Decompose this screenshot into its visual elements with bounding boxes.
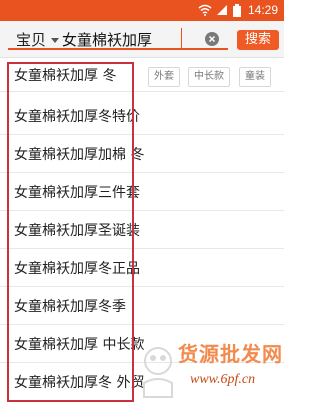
list-item-label: 女童棉袄加厚冬正品 <box>14 261 140 277</box>
list-item[interactable]: 女童棉袄加厚冬正品 <box>0 249 284 287</box>
status-time: 14:29 <box>247 3 278 17</box>
watermark-url: www.6pf.cn <box>190 372 256 387</box>
list-item[interactable]: 女童棉袄加厚三件套 <box>0 173 284 211</box>
text-cursor <box>181 28 182 48</box>
search-button[interactable]: 搜索 <box>237 30 279 50</box>
battery-icon <box>233 4 241 17</box>
list-item[interactable]: 女童棉袄加厚加棉 冬 <box>0 135 284 173</box>
list-item-label: 女童棉袄加厚 中长款 <box>14 337 145 353</box>
list-item[interactable]: 女童棉袄加厚圣诞装 <box>0 211 284 249</box>
list-item[interactable]: 女童棉袄加厚冬特价 <box>0 97 284 135</box>
scope-caret-icon[interactable] <box>51 38 59 43</box>
list-item[interactable]: 女童棉袄加厚冬季 <box>0 287 284 325</box>
signal-icon <box>217 5 227 15</box>
watermark-text: 货源批发网 <box>178 342 283 366</box>
search-input-underline <box>8 48 228 50</box>
list-item-label: 女童棉袄加厚加棉 冬 <box>14 147 145 163</box>
list-item-label: 女童棉袄加厚三件套 <box>14 185 140 201</box>
list-item-label: 女童棉袄加厚圣诞装 <box>14 223 140 239</box>
wifi-icon <box>198 4 212 16</box>
clear-icon[interactable] <box>205 32 219 46</box>
list-item-label: 女童棉袄加厚 冬 <box>14 68 117 84</box>
list-item-label: 女童棉袄加厚冬特价 <box>14 109 140 125</box>
search-input[interactable]: 女童棉袄加厚 <box>62 29 152 50</box>
search-scope-selector[interactable]: 宝贝 <box>16 29 46 50</box>
status-bar: 14:29 <box>0 0 284 21</box>
list-item[interactable]: 女童棉袄加厚 冬 <box>0 60 284 91</box>
list-item-label: 女童棉袄加厚冬季 <box>14 299 126 315</box>
list-item-label: 女童棉袄加厚冬 外贸 <box>14 375 145 391</box>
